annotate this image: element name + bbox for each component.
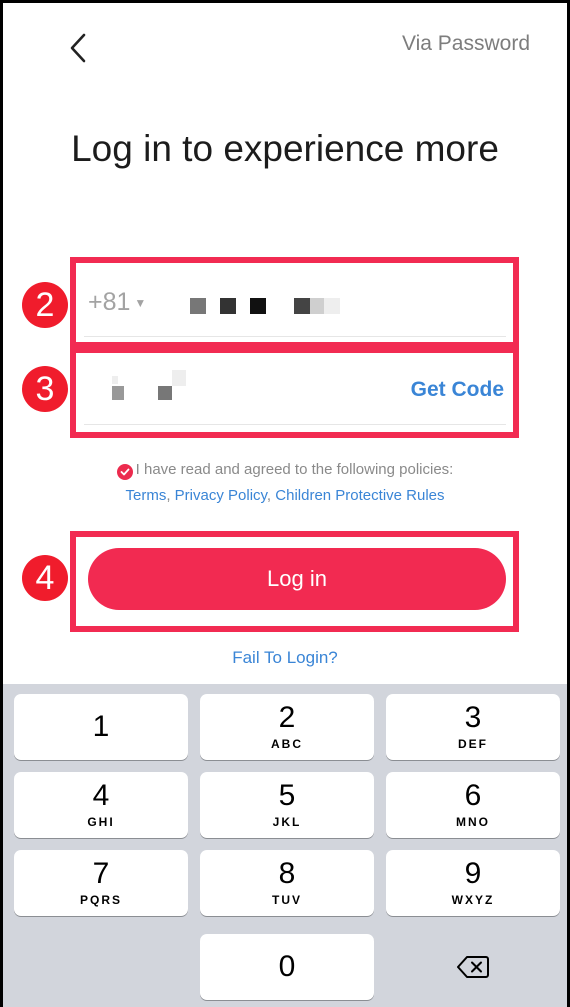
back-button[interactable] bbox=[58, 26, 98, 70]
key-2[interactable]: 2 ABC bbox=[200, 694, 374, 760]
privacy-policy-link[interactable]: Privacy Policy bbox=[175, 487, 267, 504]
key-letters: PQRS bbox=[79, 893, 122, 907]
key-8[interactable]: 8 TUV bbox=[200, 850, 374, 916]
policy-agreement: I have read and agreed to the following … bbox=[0, 457, 570, 509]
masked-digit bbox=[112, 386, 124, 400]
get-code-button[interactable]: Get Code bbox=[411, 378, 504, 402]
backspace-icon bbox=[457, 956, 489, 978]
checkmark-circle-icon[interactable] bbox=[116, 464, 133, 480]
key-digit: 2 bbox=[278, 701, 296, 734]
key-0[interactable]: 0 bbox=[200, 934, 374, 1000]
step-badge-3: 3 bbox=[22, 366, 68, 412]
masked-digit bbox=[220, 298, 236, 314]
masked-digit bbox=[158, 386, 172, 400]
key-9[interactable]: 9 WXYZ bbox=[386, 850, 560, 916]
policy-text: I have read and agreed to the following … bbox=[135, 461, 454, 478]
key-letters: JKL bbox=[272, 815, 302, 829]
country-code: +81 bbox=[88, 288, 131, 316]
policy-separator: , bbox=[266, 487, 276, 504]
masked-digit bbox=[324, 298, 340, 314]
key-digit: 8 bbox=[278, 857, 296, 890]
country-code-selector[interactable]: +81 ▼ bbox=[88, 288, 146, 317]
verification-code-field[interactable]: Get Code bbox=[84, 356, 506, 425]
key-digit: 9 bbox=[464, 857, 482, 890]
key-digit: 6 bbox=[464, 779, 482, 812]
step-badge-2: 2 bbox=[22, 282, 68, 328]
step-badge-4: 4 bbox=[22, 555, 68, 601]
key-digit: 5 bbox=[278, 779, 296, 812]
chevron-left-icon bbox=[70, 33, 86, 63]
key-letters: MNO bbox=[456, 815, 490, 829]
key-3[interactable]: 3 DEF bbox=[386, 694, 560, 760]
masked-digit bbox=[294, 298, 310, 314]
login-button[interactable]: Log in bbox=[88, 548, 506, 610]
key-6[interactable]: 6 MNO bbox=[386, 772, 560, 838]
policy-separator: , bbox=[166, 487, 175, 504]
numeric-keypad: 1 2 ABC 3 DEF 4 GHI 5 JKL 6 MNO 7 PQRS 8… bbox=[0, 684, 570, 1007]
masked-digit bbox=[310, 298, 324, 314]
key-7[interactable]: 7 PQRS bbox=[14, 850, 188, 916]
key-5[interactable]: 5 JKL bbox=[200, 772, 374, 838]
key-digit: 0 bbox=[278, 950, 296, 983]
via-password-link[interactable]: Via Password bbox=[402, 32, 530, 56]
key-letters: TUV bbox=[272, 893, 302, 907]
key-letters: DEF bbox=[458, 737, 488, 751]
key-digit: 7 bbox=[92, 857, 110, 890]
key-digit: 4 bbox=[92, 779, 110, 812]
key-1[interactable]: 1 bbox=[14, 694, 188, 760]
key-4[interactable]: 4 GHI bbox=[14, 772, 188, 838]
key-letters: WXYZ bbox=[451, 893, 495, 907]
masked-digit bbox=[112, 376, 118, 384]
key-digit: 3 bbox=[464, 701, 482, 734]
terms-link[interactable]: Terms bbox=[125, 487, 166, 504]
page-title: Log in to experience more bbox=[71, 128, 499, 169]
masked-digit bbox=[190, 298, 206, 314]
caret-down-icon: ▼ bbox=[134, 295, 147, 310]
phone-number-field[interactable]: +81 ▼ bbox=[84, 268, 506, 337]
fail-to-login-link[interactable]: Fail To Login? bbox=[0, 648, 570, 668]
delete-key[interactable] bbox=[386, 934, 560, 1000]
masked-digit bbox=[250, 298, 266, 314]
key-digit: 1 bbox=[92, 710, 110, 743]
masked-digit bbox=[172, 370, 186, 386]
children-rules-link[interactable]: Children Protective Rules bbox=[275, 487, 444, 504]
key-letters: GHI bbox=[87, 815, 115, 829]
key-letters: ABC bbox=[271, 737, 303, 751]
